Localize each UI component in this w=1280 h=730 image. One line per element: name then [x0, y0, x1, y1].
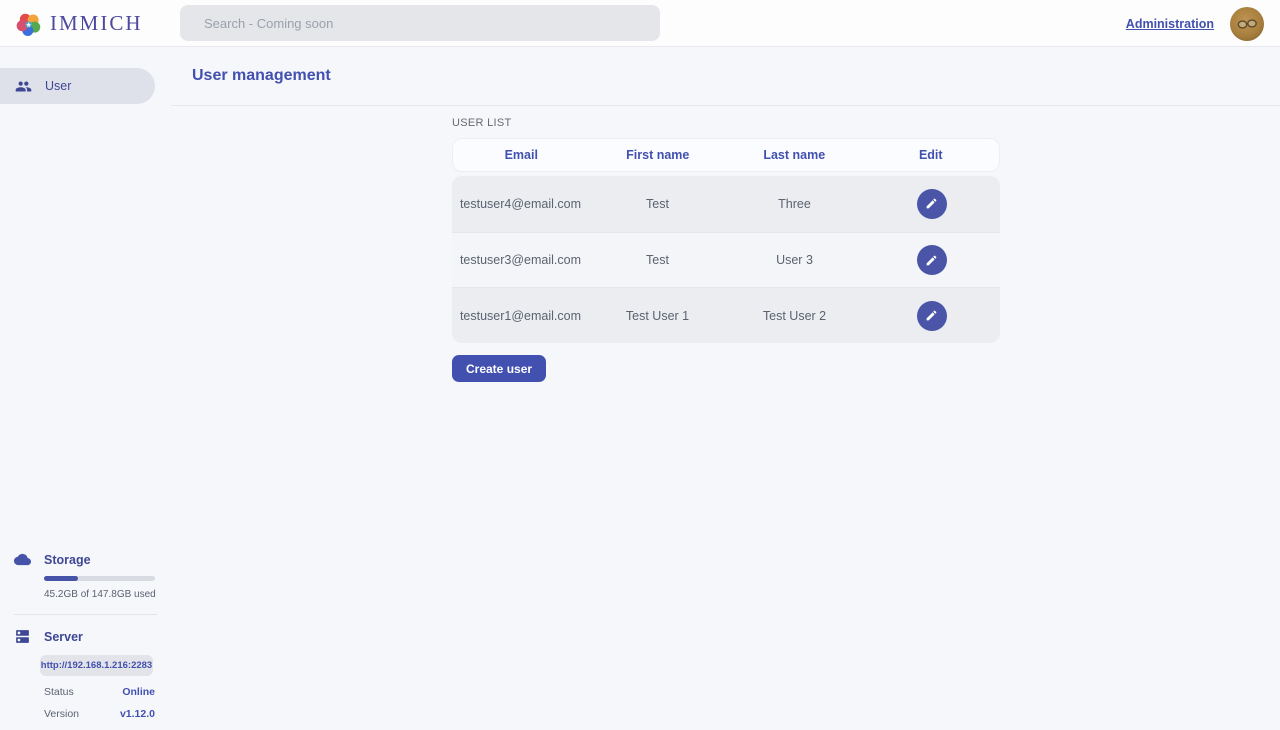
- table-body: testuser4@email.com Test Three testuser3…: [452, 176, 1000, 343]
- search-input[interactable]: [180, 5, 660, 41]
- pencil-icon: [925, 197, 938, 210]
- cell-first-name: Test User 1: [589, 309, 726, 323]
- user-list-label: USER LIST: [452, 117, 1280, 129]
- sidebar-divider: [14, 614, 157, 615]
- create-user-button[interactable]: Create user: [452, 355, 546, 382]
- column-first-name: First name: [590, 148, 727, 162]
- column-edit: Edit: [863, 148, 1000, 162]
- edit-user-button[interactable]: [917, 301, 947, 331]
- cloud-icon: [14, 551, 31, 568]
- table-row: testuser1@email.com Test User 1 Test Use…: [452, 287, 1000, 343]
- storage-progress-track: [44, 576, 155, 581]
- nav-right: Administration: [1126, 0, 1264, 47]
- content-area: USER LIST Email First name Last name Edi…: [171, 106, 1280, 382]
- server-icon: [14, 628, 31, 645]
- server-title: Server: [44, 630, 83, 644]
- cell-last-name: Three: [726, 197, 863, 211]
- version-value: v1.12.0: [120, 708, 155, 720]
- page-layout: User Storage 45.2GB of 147.8GB used: [0, 47, 1280, 730]
- pencil-icon: [925, 309, 938, 322]
- server-widget-header: Server: [0, 628, 171, 645]
- storage-usage-text: 45.2GB of 147.8GB used: [44, 589, 171, 600]
- version-label: Version: [44, 708, 79, 720]
- edit-user-button[interactable]: [917, 189, 947, 219]
- administration-link[interactable]: Administration: [1126, 17, 1214, 31]
- page-title: User management: [192, 67, 331, 85]
- server-url[interactable]: http://192.168.1.216:2283: [40, 655, 153, 676]
- column-email: Email: [453, 148, 590, 162]
- column-last-name: Last name: [726, 148, 863, 162]
- users-icon: [15, 78, 32, 95]
- top-nav: IMMICH Administration: [0, 0, 1280, 47]
- table-row: testuser4@email.com Test Three: [452, 176, 1000, 232]
- sidebar-bottom: Storage 45.2GB of 147.8GB used Server ht…: [0, 551, 171, 720]
- cell-first-name: Test: [589, 197, 726, 211]
- status-value: Online: [122, 686, 155, 698]
- sidebar-item-user[interactable]: User: [0, 68, 155, 104]
- user-avatar[interactable]: [1230, 7, 1264, 41]
- edit-user-button[interactable]: [917, 245, 947, 275]
- status-label: Status: [44, 686, 74, 698]
- storage-title: Storage: [44, 553, 91, 567]
- user-table: Email First name Last name Edit testuser…: [452, 138, 1000, 382]
- cell-email: testuser1@email.com: [452, 309, 589, 323]
- server-status-row: Status Online: [44, 686, 155, 698]
- immich-flower-icon: [16, 11, 42, 37]
- app-title: IMMICH: [50, 11, 143, 36]
- table-row: testuser3@email.com Test User 3: [452, 232, 1000, 288]
- sidebar: User Storage 45.2GB of 147.8GB used: [0, 47, 171, 730]
- cell-last-name: Test User 2: [726, 309, 863, 323]
- pencil-icon: [925, 254, 938, 267]
- glasses-icon: [1234, 11, 1260, 37]
- cell-email: testuser3@email.com: [452, 253, 589, 267]
- main-content: User management USER LIST Email First na…: [171, 47, 1280, 730]
- table-header: Email First name Last name Edit: [452, 138, 1000, 172]
- storage-widget-header: Storage: [0, 551, 171, 568]
- cell-last-name: User 3: [726, 253, 863, 267]
- page-header: User management: [171, 47, 1280, 106]
- app-logo[interactable]: IMMICH: [16, 0, 143, 47]
- cell-first-name: Test: [589, 253, 726, 267]
- storage-progress-fill: [44, 576, 78, 581]
- cell-email: testuser4@email.com: [452, 197, 589, 211]
- sidebar-item-label: User: [45, 79, 71, 93]
- server-version-row: Version v1.12.0: [44, 708, 155, 720]
